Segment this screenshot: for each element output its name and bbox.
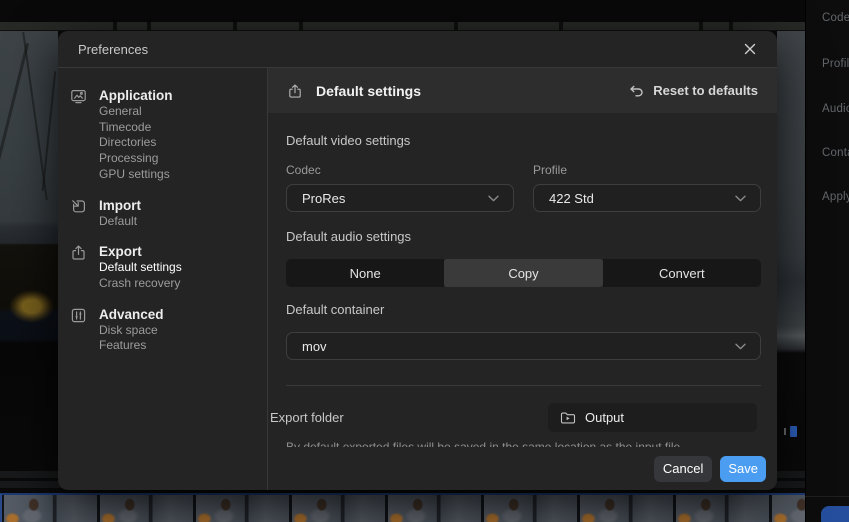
export-folder-value: Output <box>585 410 624 425</box>
background-playhead-tick <box>784 428 786 435</box>
filmstrip-thumbnail[interactable] <box>772 495 805 522</box>
filmstrip-thumbnail[interactable] <box>196 495 289 522</box>
application-icon <box>70 88 87 105</box>
sidebar-item-import[interactable]: Import <box>99 198 141 214</box>
filmstrip-thumbnail[interactable] <box>388 495 481 522</box>
filmstrip-thumbnail[interactable] <box>292 495 385 522</box>
profile-select[interactable]: 422 Std <box>533 184 761 212</box>
background-clip-badge <box>790 426 797 437</box>
background-primary-button[interactable] <box>821 506 849 522</box>
panel-divider <box>805 496 849 497</box>
container-label: Default container <box>286 303 761 316</box>
import-icon <box>70 198 87 215</box>
background-export-panel: Code Profile Audio Conta Apply <box>805 0 849 522</box>
profile-value: 422 Std <box>549 191 594 206</box>
sidebar-item-application[interactable]: Application <box>99 88 173 104</box>
close-icon <box>742 41 758 57</box>
dialog-footer: Cancel Save <box>268 447 777 490</box>
panel-label-audio: Audio <box>822 103 849 115</box>
filmstrip-thumbnail[interactable] <box>4 495 97 522</box>
sidebar-item-features[interactable]: Features <box>99 338 164 354</box>
codec-select[interactable]: ProRes <box>286 184 514 212</box>
filmstrip-thumbnail[interactable] <box>100 495 193 522</box>
settings-scroll-area: Default video settings Codec ProRes Prof… <box>268 113 777 447</box>
sidebar-item-directories[interactable]: Directories <box>99 135 173 151</box>
chevron-down-icon <box>735 195 746 202</box>
sidebar-item-advanced[interactable]: Advanced <box>99 307 164 323</box>
section-title: Default settings <box>316 83 421 99</box>
export-folder-note: By default exported files will be saved … <box>286 440 761 447</box>
chevron-down-icon <box>488 195 499 202</box>
background-thumbnail-strip <box>0 22 805 31</box>
panel-label-codec: Code <box>822 12 849 24</box>
filmstrip-thumbnail[interactable] <box>580 495 673 522</box>
sidebar-group-advanced: Advanced Disk space Features <box>70 307 267 354</box>
sidebar-item-default-settings[interactable]: Default settings <box>99 260 182 276</box>
undo-icon <box>628 84 644 98</box>
preferences-dialog: Preferences <box>58 31 777 490</box>
cancel-button[interactable]: Cancel <box>654 456 712 482</box>
export-folder-label: Export folder <box>270 410 344 425</box>
panel-label-profile: Profile <box>822 58 849 70</box>
section-divider <box>286 385 761 386</box>
app-screen: Code Profile Audio Conta Apply Preferenc… <box>0 0 849 522</box>
section-header: Default settings Reset to defaults <box>268 68 777 113</box>
filmstrip-thumbnail[interactable] <box>676 495 769 522</box>
audio-mode-segmented-control: None Copy Convert <box>286 259 761 287</box>
audio-settings-label: Default audio settings <box>286 230 761 243</box>
sidebar-item-import-default[interactable]: Default <box>99 214 141 230</box>
background-video-preview <box>0 31 58 493</box>
reset-to-defaults-button[interactable]: Reset to defaults <box>628 83 758 98</box>
container-select[interactable]: mov <box>286 332 761 360</box>
timeline-filmstrip <box>0 493 805 522</box>
export-folder-button[interactable]: Output <box>548 403 757 432</box>
background-book <box>2 283 56 335</box>
preferences-content: Default settings Reset to defaults Defau… <box>268 68 777 490</box>
sidebar-item-processing[interactable]: Processing <box>99 151 173 167</box>
panel-label-apply: Apply <box>822 191 849 203</box>
folder-play-icon <box>560 411 576 425</box>
filmstrip-thumbnail[interactable] <box>484 495 577 522</box>
dialog-titlebar: Preferences <box>58 31 777 68</box>
sidebar-item-crash-recovery[interactable]: Crash recovery <box>99 276 182 292</box>
reset-label: Reset to defaults <box>653 83 758 98</box>
codec-label: Codec <box>286 164 514 176</box>
panel-label-container: Conta <box>822 147 849 159</box>
sidebar-item-timecode[interactable]: Timecode <box>99 120 173 136</box>
close-button[interactable] <box>740 39 760 59</box>
background-video-preview-right <box>777 31 805 493</box>
sidebar-item-export[interactable]: Export <box>99 244 182 260</box>
container-value: mov <box>302 339 327 354</box>
advanced-icon <box>70 307 87 324</box>
export-icon <box>287 83 303 99</box>
audio-option-copy[interactable]: Copy <box>444 259 602 287</box>
sidebar-item-disk-space[interactable]: Disk space <box>99 323 164 339</box>
profile-label: Profile <box>533 164 761 176</box>
video-settings-label: Default video settings <box>286 134 761 147</box>
chevron-down-icon <box>735 343 746 350</box>
export-icon <box>70 244 87 261</box>
sidebar-group-application: Application General Timecode Directories… <box>70 88 267 183</box>
preferences-sidebar: Application General Timecode Directories… <box>58 68 268 490</box>
audio-option-convert[interactable]: Convert <box>603 259 761 287</box>
sidebar-item-general[interactable]: General <box>99 104 173 120</box>
sidebar-item-gpu-settings[interactable]: GPU settings <box>99 167 173 183</box>
sidebar-group-export: Export Default settings Crash recovery <box>70 244 267 291</box>
dialog-title: Preferences <box>78 42 148 57</box>
audio-option-none[interactable]: None <box>286 259 444 287</box>
sidebar-group-import: Import Default <box>70 198 267 230</box>
codec-value: ProRes <box>302 191 345 206</box>
save-button[interactable]: Save <box>720 456 766 482</box>
background-top-bar <box>0 0 805 22</box>
